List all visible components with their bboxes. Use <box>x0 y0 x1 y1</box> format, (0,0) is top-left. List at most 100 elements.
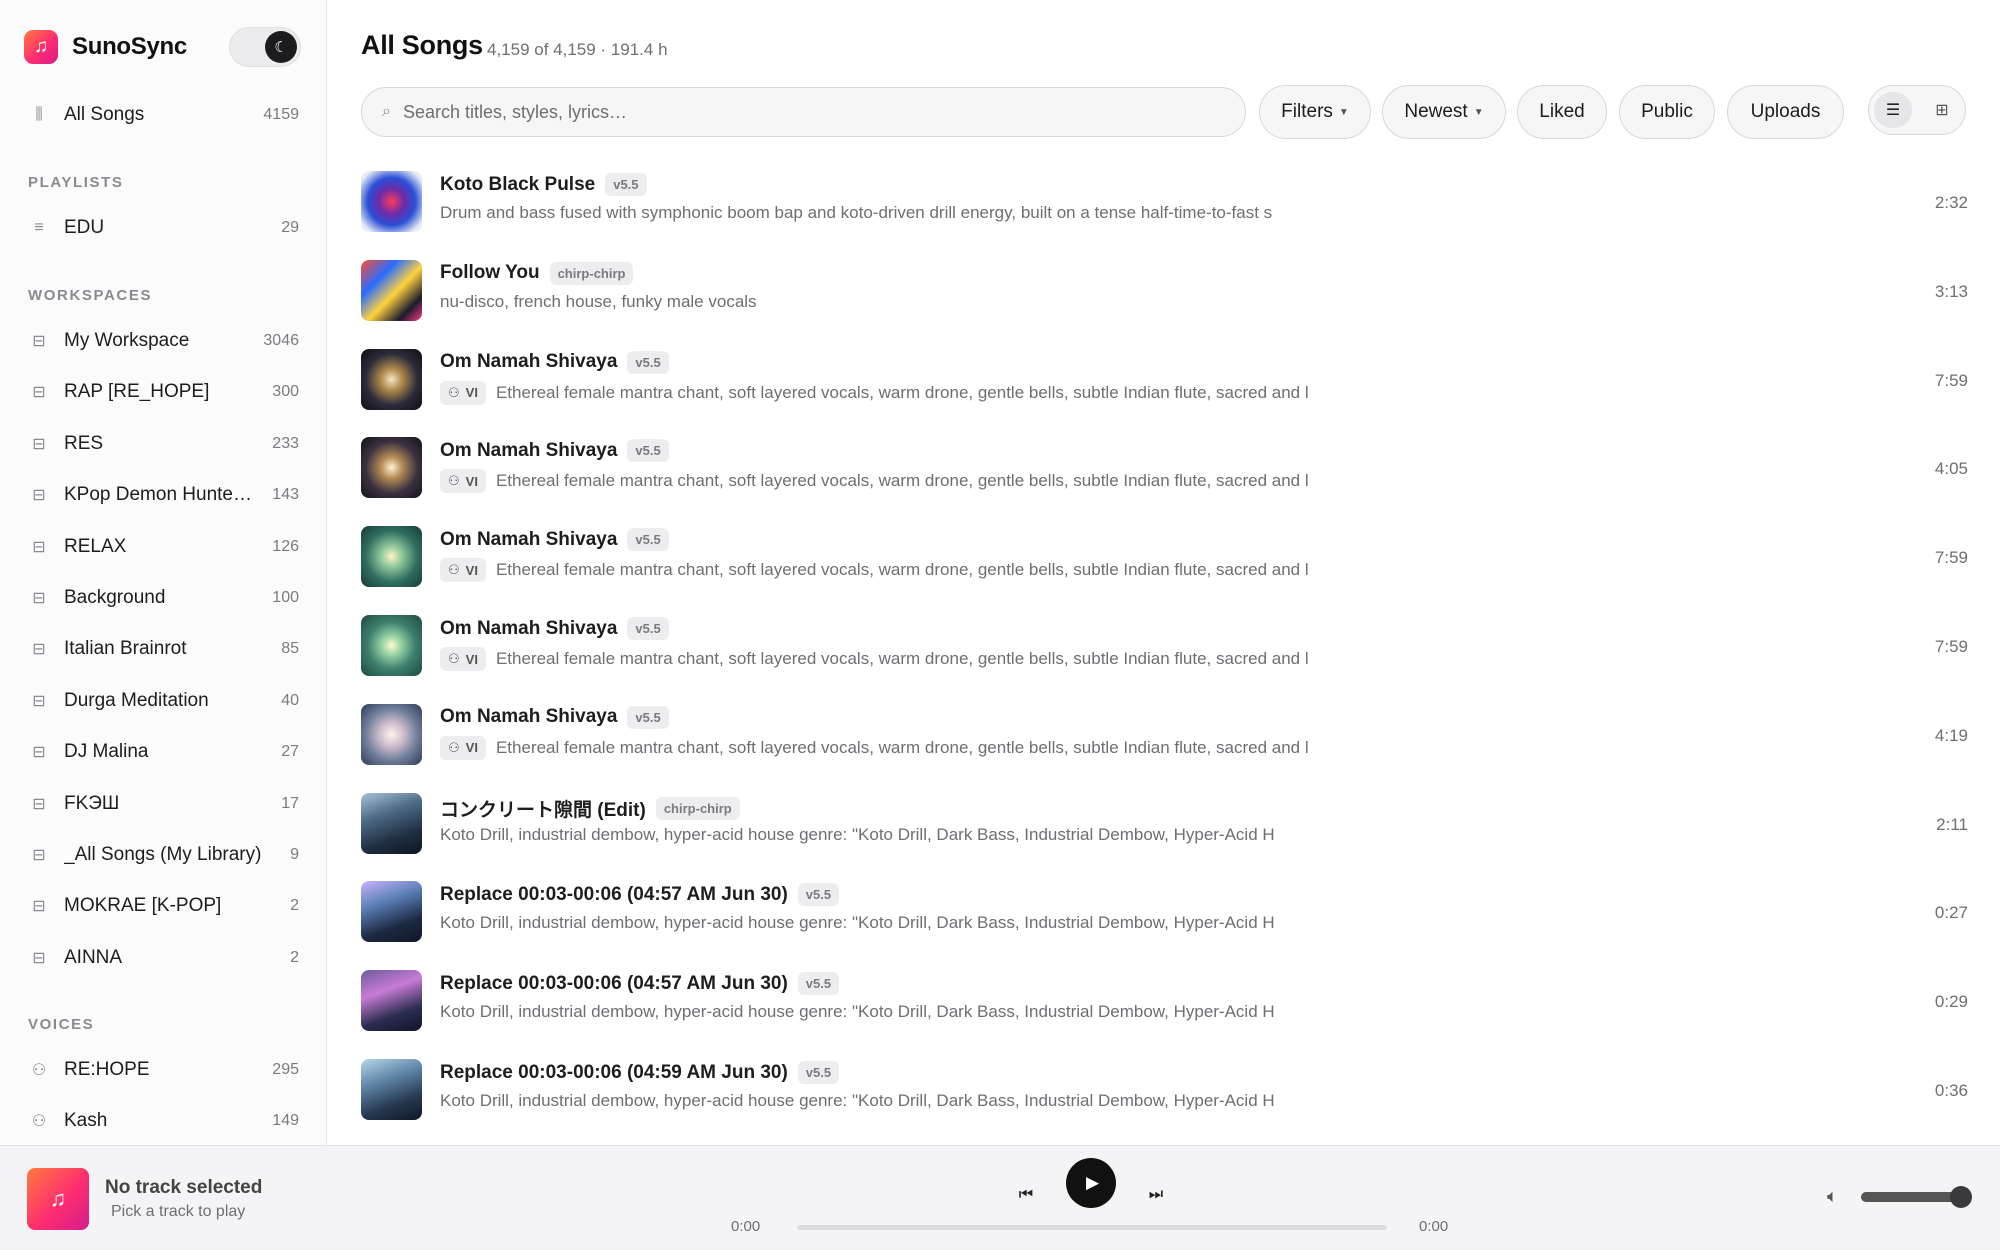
search-input[interactable] <box>402 101 1223 123</box>
progress-bar[interactable] <box>797 1225 1387 1230</box>
song-row[interactable]: コンクリート隙間 (Edit) chirp-chirp Koto Drill, in… <box>361 792 1968 882</box>
sidebar-item-count: 40 <box>281 691 299 709</box>
song-row[interactable]: Om Namah Shivaya v5.5 ⚇ VI Ethereal female m… <box>361 615 1968 704</box>
sidebar-item-label: RES <box>64 432 104 454</box>
filters-button[interactable]: Filters ▼ <box>1259 85 1371 139</box>
song-title: Om Namah Shivaya <box>440 351 618 373</box>
now-playing-subtitle: Pick a track to play <box>111 1203 246 1220</box>
workspace-icon: ⊟ <box>32 744 46 762</box>
uploads-filter-button[interactable]: Uploads <box>1727 85 1844 139</box>
sidebar-item-workspace[interactable]: ⊟ DJ Malina 27 <box>28 732 299 772</box>
song-row[interactable]: Replace 00:03-00:06 (04:59 AM Jun 30) v5.… <box>361 1059 1968 1145</box>
sidebar-item-count: 126 <box>272 537 299 555</box>
song-row[interactable]: Koto Black Pulse v5.5 Drum and bass fused … <box>361 171 1968 260</box>
search-box[interactable]: ⌕ <box>361 87 1246 137</box>
sidebar-item-count: 233 <box>272 434 299 452</box>
sidebar-item-label: RAP [RE_HOPE] <box>64 381 210 403</box>
liked-filter-button[interactable]: Liked <box>1517 85 1607 139</box>
public-filter-button[interactable]: Public <box>1619 85 1715 139</box>
player-bar: ♫ No track selected Pick a track to play… <box>0 1145 2000 1250</box>
sidebar-item-workspace[interactable]: ⊟ KPop Demon Hunte… 143 <box>28 475 299 515</box>
song-description: nu-disco, french house, funky male vocal… <box>440 291 757 311</box>
sidebar-item-voice[interactable]: ⚇ RE:HOPE 295 <box>28 1050 299 1090</box>
app-name: SunoSync <box>72 33 187 60</box>
song-row[interactable]: Om Namah Shivaya v5.5 ⚇ VI Ethereal female m… <box>361 348 1968 438</box>
sidebar-item-workspace[interactable]: ⊟ RELAX 126 <box>28 527 299 567</box>
model-tag: v5.5 <box>627 350 669 374</box>
sidebar-item-all-songs[interactable]: ⫼ All Songs 4159 <box>28 95 299 135</box>
voice-badge: ⚇ VI <box>440 380 486 405</box>
sidebar-item-workspace[interactable]: ⊟ RES 233 <box>28 424 299 464</box>
sidebar-item-workspace[interactable]: ⊟ _All Songs (My Library) 9 <box>28 835 299 875</box>
filters-label: Filters <box>1281 101 1333 122</box>
song-row[interactable]: Om Namah Shivaya v5.5 ⚇ VI Ethereal female m… <box>361 703 1968 793</box>
song-title: Om Namah Shivaya <box>440 617 618 639</box>
song-row[interactable]: Om Namah Shivaya v5.5 ⚇ VI Ethereal female m… <box>361 437 1968 526</box>
song-row[interactable]: Replace 00:03-00:06 (04:57 AM Jun 30) v5.… <box>361 970 1968 1059</box>
sidebar-item-workspace[interactable]: ⊟ Durga Meditation 40 <box>28 681 299 721</box>
song-duration: 7:59 <box>1934 548 1968 568</box>
sidebar-item-label: All Songs <box>64 104 145 125</box>
sidebar-item-count: 300 <box>272 383 299 401</box>
sidebar-item-workspace[interactable]: ⊟ RAP [RE_HOPE] 300 <box>28 372 299 412</box>
sidebar-item-workspace[interactable]: ⊟ FKЭШ 17 <box>28 784 299 824</box>
volume-handle[interactable] <box>1950 1186 1972 1208</box>
song-duration: 3:13 <box>1934 281 1968 301</box>
play-button[interactable]: ▶ <box>1066 1158 1116 1208</box>
model-tag: chirp-chirp <box>549 261 634 285</box>
song-artwork <box>361 615 422 676</box>
sidebar-item-workspace[interactable]: ⊟ My Workspace 3046 <box>28 321 299 361</box>
song-row[interactable]: Follow You chirp-chirp nu-disco, french ho… <box>361 259 1968 349</box>
workspace-icon: ⊟ <box>32 795 46 813</box>
section-title-playlists: PLAYLISTS <box>28 174 124 191</box>
song-row[interactable]: Replace 00:03-00:06 (04:57 AM Jun 30) v5.… <box>361 881 1968 970</box>
sidebar-item-label: Italian Brainrot <box>64 638 187 660</box>
model-tag: v5.5 <box>797 883 840 907</box>
workspace-icon: ⊟ <box>32 692 46 710</box>
previous-track-button[interactable]: ⏮ <box>1010 1179 1042 1211</box>
volume-icon[interactable]: 🔈︎ <box>1827 1186 1838 1207</box>
song-duration: 2:11 <box>1936 814 1968 834</box>
sidebar-item-workspace[interactable]: ⊟ Italian Brainrot 85 <box>28 629 299 669</box>
next-track-button[interactable]: ⏭ <box>1140 1179 1172 1211</box>
public-label: Public <box>1641 101 1693 122</box>
song-description: Ethereal female mantra chant, soft layer… <box>495 737 1309 757</box>
song-desc-line: ⚇ VI Ethereal female mantra chant, soft la… <box>440 380 1309 405</box>
song-duration: 0:27 <box>1934 903 1968 923</box>
song-artwork <box>361 881 422 943</box>
song-artwork <box>361 171 422 232</box>
song-desc-line: ⚇ VI Ethereal female mantra chant, soft la… <box>440 558 1309 583</box>
list-icon: ≡ <box>34 219 44 236</box>
theme-toggle[interactable]: ☾ <box>229 27 301 67</box>
person-icon: ⚇ <box>448 651 460 666</box>
song-artwork <box>361 259 422 321</box>
sidebar-item-voice[interactable]: ⚇ Kash 149 <box>28 1101 299 1141</box>
song-duration: 4:05 <box>1934 459 1968 479</box>
song-row[interactable]: Om Namah Shivaya v5.5 ⚇ VI Ethereal female m… <box>361 526 1968 615</box>
sidebar-item-label: RE:HOPE <box>64 1059 150 1080</box>
voice-badge: ⚇ VI <box>440 469 486 494</box>
sidebar-item-workspace[interactable]: ⊟ MOKRAE [K-POP] 2 <box>28 886 299 926</box>
sort-button[interactable]: Newest ▼ <box>1382 85 1506 139</box>
list-view-icon[interactable]: ☰ <box>1874 92 1912 128</box>
sidebar: ♫ SunoSync ☾ ⫼ All Songs 4159 PLAYLISTS … <box>0 0 327 1145</box>
caret-down-icon: ▼ <box>1338 106 1349 118</box>
song-title-line: Om Namah Shivaya v5.5 <box>440 617 669 640</box>
music-note-icon: ♫ <box>27 1168 89 1230</box>
song-desc-line: ⚇ VI Ethereal female mantra chant, soft la… <box>440 735 1309 760</box>
sidebar-item-workspace[interactable]: ⊟ AINNA 2 <box>28 938 299 978</box>
sidebar-item-workspace[interactable]: ⊟ Background 100 <box>28 578 299 618</box>
sidebar-item-playlist[interactable]: ≡ EDU 29 <box>28 208 299 248</box>
sidebar-item-label: RELAX <box>64 535 127 557</box>
song-title-line: Follow You chirp-chirp <box>440 261 634 285</box>
sidebar-item-label: Durga Meditation <box>64 689 209 711</box>
grid-view-icon[interactable]: ⊞ <box>1923 92 1961 128</box>
song-description: Ethereal female mantra chant, soft layer… <box>495 560 1309 580</box>
sidebar-item-count: 143 <box>272 486 299 504</box>
person-icon: ⚇ <box>448 473 460 489</box>
song-artwork <box>361 437 422 499</box>
model-tag: chirp-chirp <box>655 796 740 820</box>
sidebar-item-count: 17 <box>281 794 299 812</box>
workspace-icon: ⊟ <box>32 641 46 659</box>
song-title: Om Namah Shivaya <box>440 706 618 728</box>
